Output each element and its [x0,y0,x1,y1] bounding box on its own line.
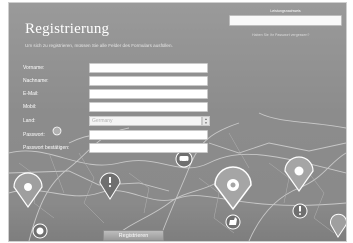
email-input[interactable] [89,89,208,99]
email-row: E-Mail: [23,89,223,100]
password-confirm-label: Passwort bestätigen: [23,145,70,151]
dog-icon [225,214,241,230]
country-row: Land: Germany ▲ ▼ [23,116,223,127]
location-pin-right-icon [284,156,314,193]
soccer-ball-icon [32,223,48,239]
register-button[interactable]: Registrieren [103,230,164,241]
map-pin-left-icon [13,172,43,209]
country-select-value[interactable]: Germany [89,116,202,126]
intro-text: Um sich zu registrieren, müssen Sie alle… [25,43,173,48]
page-title: Registrierung [25,21,110,37]
info-pin-icon [330,213,346,238]
password-row: Passwort: [23,130,223,141]
country-select[interactable]: Germany ▲ ▼ [89,116,210,126]
mobile-row: Mobil: [23,102,223,113]
mobile-input[interactable] [89,102,208,112]
lastname-label: Nachname: [23,78,49,84]
email-label: E-Mail: [23,91,39,97]
registration-page: Registrierung Um sich zu registrieren, m… [8,2,347,242]
exclamation-right-icon [292,203,308,219]
login-input[interactable] [229,15,342,26]
login-box: Leistungsnachweis [229,9,342,28]
forgot-password-link[interactable]: Haben Sie Ihr Passwort vergessen? [252,33,309,37]
password-confirm-input[interactable] [89,143,208,153]
exclamation-pin-icon [99,172,121,200]
mobile-label: Mobil: [23,104,37,110]
password-input[interactable] [89,130,208,140]
lastname-input[interactable] [89,76,208,86]
country-label: Land: [23,118,36,124]
firstname-label: Vorname: [23,65,45,71]
select-arrows-icon[interactable]: ▲ ▼ [202,116,210,126]
password-label: Passwort: [23,132,45,138]
firstname-input[interactable] [89,63,208,73]
password-confirm-row: Passwort bestätigen: [23,143,223,154]
location-pin-large-icon [214,166,252,211]
firstname-row: Vorname: [23,63,223,74]
login-title: Leistungsnachweis [270,9,301,13]
lastname-row: Nachname: [23,76,223,87]
